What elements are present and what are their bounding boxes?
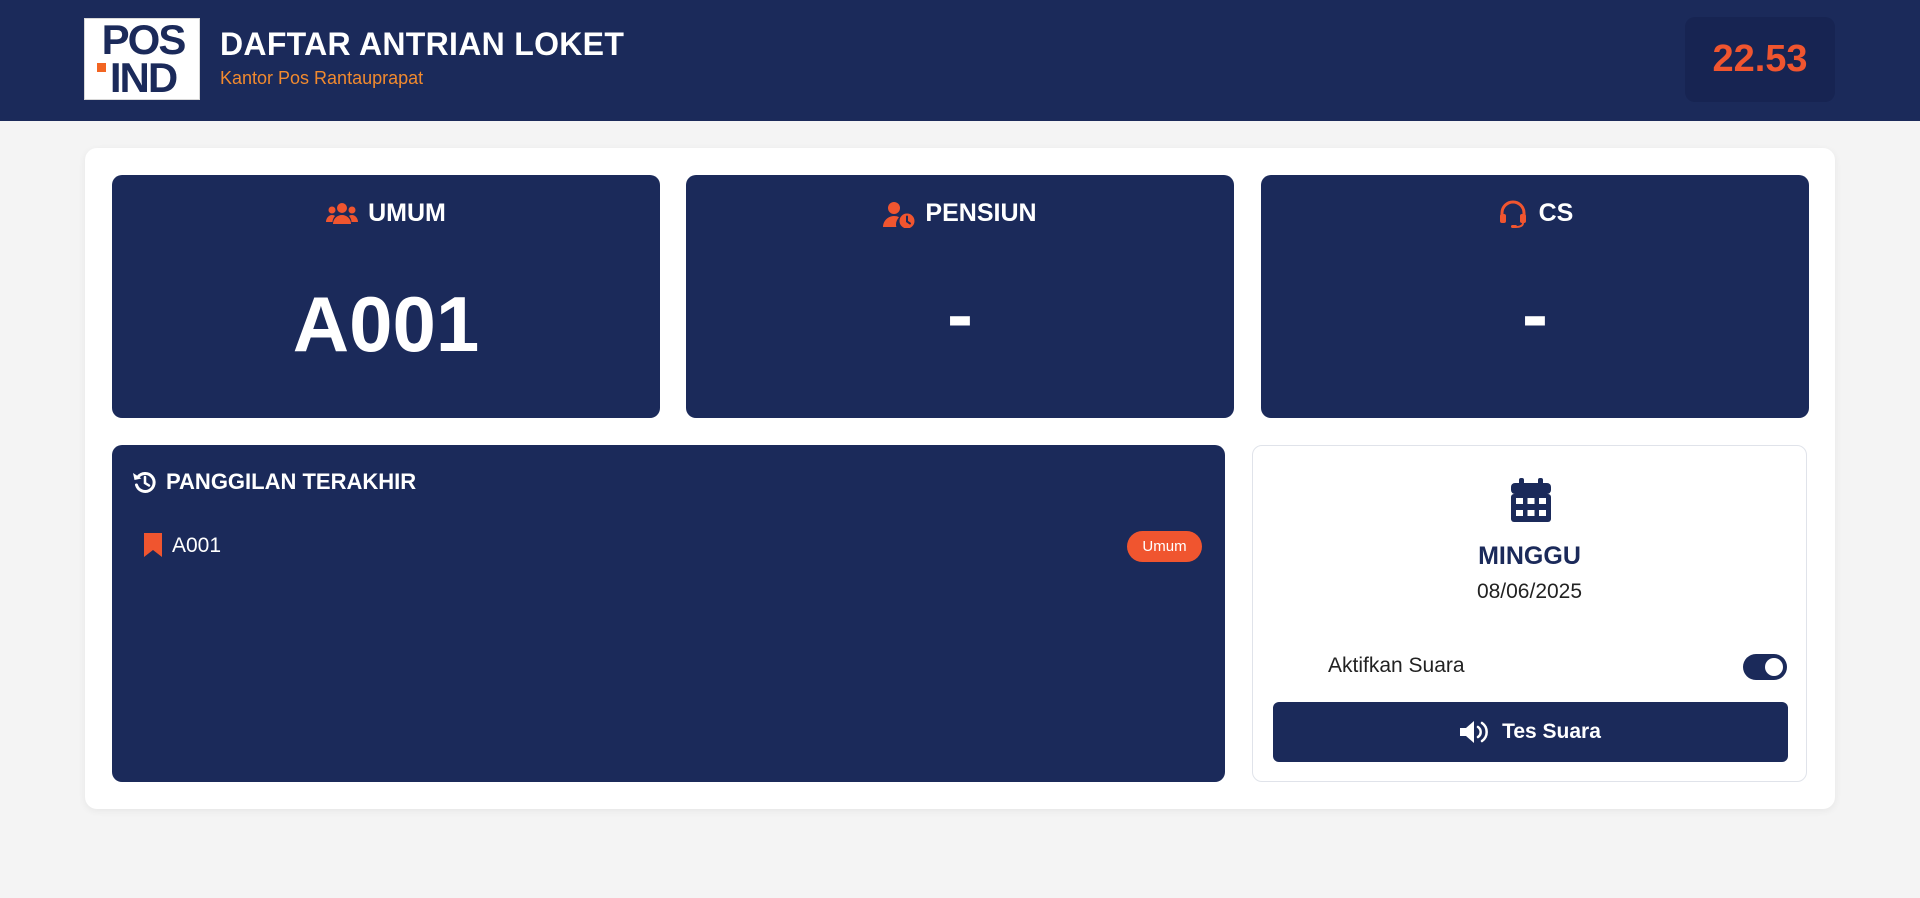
logo-accent-dot	[97, 63, 106, 72]
counter-header: UMUM	[112, 199, 660, 228]
calendar-icon	[1511, 478, 1551, 522]
pos-indonesia-logo: POS IND	[84, 18, 200, 100]
toggle-knob	[1765, 658, 1783, 676]
sound-toggle-label: Aktifkan Suara	[1328, 654, 1465, 677]
office-name: Kantor Pos Rantauprapat	[220, 68, 424, 88]
users-icon	[326, 202, 359, 224]
counter-card-pensiun: PENSIUN -	[686, 175, 1234, 418]
counter-card-umum: UMUM A001	[112, 175, 660, 418]
date-card: MINGGU 08/06/2025 Aktifkan Suara Tes Sua…	[1252, 445, 1807, 782]
app-header: POS IND DAFTAR ANTRIAN LOKET Kantor Pos …	[0, 0, 1920, 121]
sound-toggle-switch[interactable]	[1743, 654, 1787, 680]
history-icon	[133, 472, 156, 493]
recent-calls-header: PANGGILAN TERAKHIR	[132, 469, 416, 495]
test-sound-label: Tes Suara	[1502, 720, 1601, 743]
day-name: MINGGU	[1478, 542, 1581, 570]
counter-label: CS	[1538, 199, 1574, 227]
recent-calls-title: PANGGILAN TERAKHIR	[166, 469, 417, 494]
clock-display: 22.53	[1685, 17, 1835, 102]
recent-calls-panel: PANGGILAN TERAKHIR A001 Umum	[112, 445, 1225, 782]
counter-header: PENSIUN	[686, 199, 1234, 228]
counter-label: UMUM	[368, 199, 446, 227]
category-badge: Umum	[1127, 531, 1202, 562]
current-date: 08/06/2025	[1476, 580, 1583, 603]
counter-number: -	[947, 270, 973, 358]
volume-icon	[1460, 721, 1488, 743]
counter-label: PENSIUN	[925, 199, 1037, 227]
test-sound-button[interactable]: Tes Suara	[1273, 702, 1788, 762]
user-clock-icon	[883, 201, 915, 228]
counter-card-cs: CS -	[1261, 175, 1809, 418]
bookmark-icon	[144, 533, 162, 557]
counter-number: -	[1522, 270, 1548, 358]
headset-icon	[1499, 200, 1526, 228]
page-title: DAFTAR ANTRIAN LOKET	[220, 26, 625, 62]
counter-header: CS	[1261, 199, 1809, 228]
counter-number: A001	[292, 280, 480, 368]
queue-code: A001	[172, 534, 222, 557]
list-item: A001 Umum	[144, 531, 1202, 563]
